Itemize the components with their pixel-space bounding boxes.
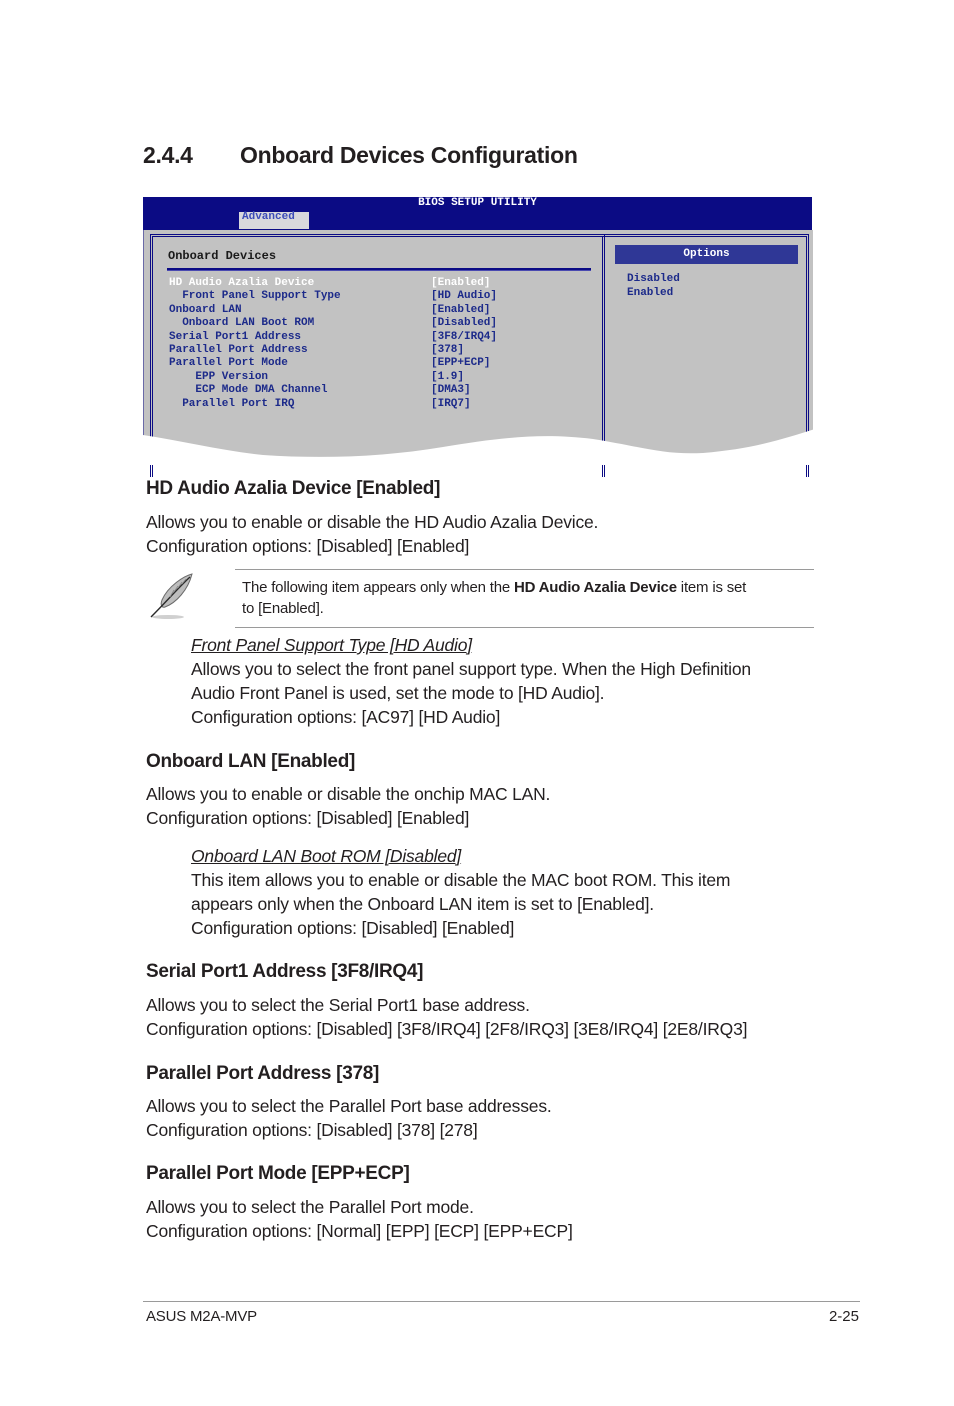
- note-text-line2: to [Enabled].: [242, 600, 324, 617]
- bios-setting-row[interactable]: ECP Mode DMA Channel [DMA3]: [169, 384, 599, 397]
- bios-setting-row[interactable]: Onboard LAN Boot ROM [Disabled]: [169, 317, 599, 330]
- bios-options-header: Options: [615, 245, 798, 264]
- parallel-mode-heading: Parallel Port Mode [EPP+ECP]: [146, 1163, 410, 1184]
- bios-setting-label: Parallel Port IRQ: [169, 397, 295, 410]
- parallel-address-config: Configuration options: [Disabled] [378] …: [146, 1120, 478, 1140]
- lan-boot-rom-title: Onboard LAN Boot ROM [Disabled]: [191, 846, 462, 866]
- bios-panel-heading: Onboard Devices: [168, 249, 277, 263]
- note-rule-bottom: [235, 627, 814, 628]
- note-text: The following item appears only when the…: [242, 577, 812, 619]
- lan-boot-rom-line1: This item allows you to enable or disabl…: [191, 870, 731, 890]
- bios-utility-title: BIOS SETUP UTILITY: [418, 197, 537, 209]
- bios-setting-value: [DMA3]: [431, 384, 471, 397]
- footer-product: ASUS M2A-MVP: [146, 1308, 257, 1325]
- bios-body: Onboard Devices HD Audio Azalia Device [E…: [143, 230, 813, 477]
- bios-setting-row[interactable]: Serial Port1 Address [3F8/IRQ4]: [169, 331, 599, 344]
- footer-page-number: 2-25: [828, 1308, 859, 1325]
- note-text-part: The following item appears only when the: [242, 579, 514, 596]
- bios-setting-value: [Enabled]: [431, 277, 491, 289]
- bios-setting-row[interactable]: Onboard LAN [Enabled]: [169, 304, 599, 317]
- parallel-address-desc: Allows you to select the Parallel Port b…: [146, 1096, 552, 1116]
- bios-setting-label: Parallel Port Address: [169, 343, 308, 356]
- bios-setting-value: [1.9]: [431, 370, 465, 383]
- onboard-lan-heading: Onboard LAN [Enabled]: [146, 751, 356, 772]
- torn-edge: [143, 429, 815, 465]
- lan-boot-rom-line2: appears only when the Onboard LAN item i…: [191, 894, 654, 914]
- bios-setting-label: Onboard LAN Boot ROM: [169, 317, 315, 330]
- parallel-mode-config: Configuration options: [Normal] [EPP] [E…: [146, 1221, 573, 1241]
- bios-option-item[interactable]: Enabled: [627, 286, 680, 300]
- bios-setting-row[interactable]: Parallel Port IRQ [IRQ7]: [169, 398, 599, 411]
- bios-setting-value: [HD Audio]: [431, 290, 498, 303]
- parallel-address-heading: Parallel Port Address [378]: [146, 1063, 380, 1084]
- front-panel-line2: Audio Front Panel is used, set the mode …: [191, 683, 605, 703]
- bios-setting-label: ECP Mode DMA Channel: [169, 384, 328, 397]
- bios-setting-value: [EPP+ECP]: [431, 357, 491, 370]
- bios-setting-row[interactable]: EPP Version [1.9]: [169, 371, 599, 384]
- serial-port-desc: Allows you to select the Serial Port1 ba…: [146, 995, 530, 1015]
- note-box: The following item appears only when the…: [146, 569, 814, 628]
- serial-port-config: Configuration options: [Disabled] [3F8/I…: [146, 1019, 748, 1039]
- bios-setting-label: Front Panel Support Type: [169, 290, 341, 303]
- parallel-mode-desc: Allows you to select the Parallel Port m…: [146, 1197, 474, 1217]
- feather-pen-icon: [150, 573, 193, 619]
- bios-setting-label: Parallel Port Mode: [169, 357, 288, 370]
- bios-setting-label: Onboard LAN: [169, 303, 242, 316]
- bios-setting-row[interactable]: HD Audio Azalia Device [Enabled]: [169, 277, 599, 290]
- note-rule-top: [235, 569, 814, 570]
- onboard-lan-config: Configuration options: [Disabled] [Enabl…: [146, 808, 470, 828]
- footer-rule: [143, 1301, 860, 1302]
- lan-boot-rom-config: Configuration options: [Disabled] [Enabl…: [191, 918, 515, 938]
- bios-setting-label: Serial Port1 Address: [169, 330, 302, 343]
- front-panel-title: Front Panel Support Type [HD Audio]: [191, 635, 472, 655]
- front-panel-config: Configuration options: [AC97] [HD Audio]: [191, 707, 501, 727]
- bios-setting-label: HD Audio Azalia Device: [169, 277, 315, 289]
- serial-port-heading: Serial Port1 Address [3F8/IRQ4]: [146, 961, 424, 982]
- onboard-lan-desc: Allows you to enable or disable the onch…: [146, 784, 551, 804]
- bios-setting-value: [Enabled]: [431, 303, 491, 316]
- bios-setting-label: EPP Version: [169, 370, 269, 383]
- bios-setting-row[interactable]: Front Panel Support Type [HD Audio]: [169, 290, 599, 303]
- bios-header-bar: BIOS SETUP UTILITY Advanced: [143, 197, 812, 230]
- bios-tab-advanced[interactable]: Advanced: [239, 212, 309, 229]
- bios-heading-rule: [167, 268, 591, 271]
- section-title: 2.4.4 Onboard Devices Configuration: [143, 142, 578, 169]
- note-text-part: item is set: [676, 579, 747, 596]
- bios-option-item[interactable]: Disabled: [627, 272, 680, 286]
- hd-audio-config: Configuration options: [Disabled] [Enabl…: [146, 536, 470, 556]
- bios-setting-row[interactable]: Parallel Port Address [378]: [169, 344, 599, 357]
- bios-options-list: Disabled Enabled: [627, 272, 680, 300]
- hd-audio-desc: Allows you to enable or disable the HD A…: [146, 512, 599, 532]
- bios-settings-list: HD Audio Azalia Device [Enabled] Front Pa…: [169, 277, 599, 411]
- bios-setting-value: [IRQ7]: [431, 397, 471, 410]
- bios-setting-value: [378]: [431, 343, 465, 356]
- note-text-bold: HD Audio Azalia Device: [513, 579, 677, 596]
- section-heading: Onboard Devices Configuration: [240, 142, 578, 168]
- bios-screenshot: BIOS SETUP UTILITY Advanced Onboard Devi…: [143, 197, 815, 477]
- section-number: 2.4.4: [143, 142, 193, 168]
- front-panel-line1: Allows you to select the front panel sup…: [191, 659, 751, 679]
- bios-setting-value: [Disabled]: [431, 317, 498, 330]
- bios-setting-value: [3F8/IRQ4]: [431, 330, 498, 343]
- bios-setting-row[interactable]: Parallel Port Mode [EPP+ECP]: [169, 357, 599, 370]
- hd-audio-heading: HD Audio Azalia Device [Enabled]: [146, 478, 441, 499]
